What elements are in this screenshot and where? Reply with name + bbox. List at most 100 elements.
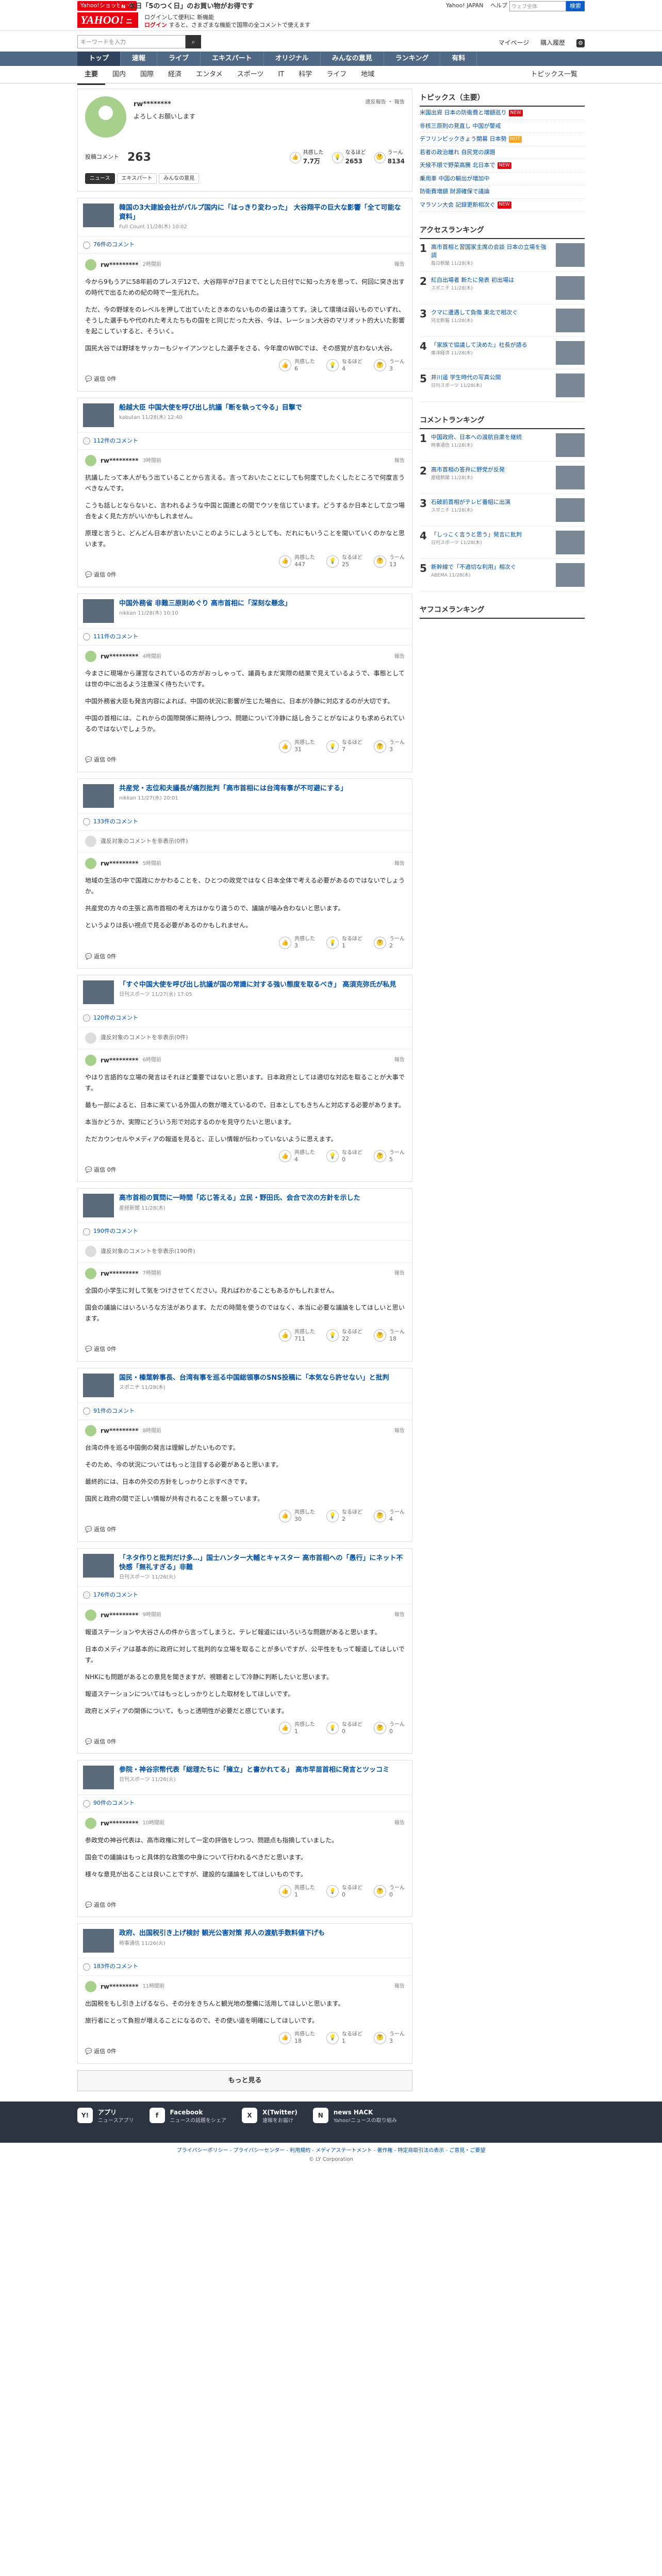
reaction-button[interactable]: 💡 なるほど 4 (326, 359, 362, 372)
topic-item[interactable]: 若者の政治離れ 自民党の課題 (420, 146, 585, 159)
ranking-item[interactable]: 4 「家族で協議して決めた」社長が語る 東洋経済 11/28(木) (420, 337, 585, 369)
comment-user[interactable]: rw********* (101, 1056, 138, 1065)
report-link[interactable]: 報告 (394, 653, 405, 660)
mypage-link[interactable]: マイページ (499, 39, 529, 46)
reply-button[interactable]: 💬 返信 0件 (85, 1345, 405, 1354)
reaction-button[interactable]: 👍 共感した 3 (279, 936, 315, 949)
snav-item[interactable]: IT (271, 66, 291, 85)
reaction-button[interactable]: 👍 共感した 31 (279, 740, 315, 753)
snav-item[interactable]: 主要 (77, 66, 106, 85)
reaction-button[interactable]: 💡 なるほど 0 (326, 1722, 362, 1735)
reaction-button[interactable]: 🤔 うーん 0 (374, 1722, 405, 1735)
report-link[interactable]: 報告 (394, 1982, 405, 1990)
reaction-button[interactable]: 💡 なるほど 2 (326, 1510, 362, 1522)
reply-button[interactable]: 💬 返信 0件 (85, 1901, 405, 1910)
gear-icon[interactable]: ⚙ (576, 39, 585, 47)
reaction-button[interactable]: 🤔 うーん 4 (374, 1510, 405, 1522)
article-title[interactable]: 韓国の3大建設会社がパルプ国内に「はっきり変わった」 大谷翔平の巨大な影響「全て… (119, 204, 407, 222)
web-search-input[interactable]: ウェブ全体 (509, 1, 566, 11)
article-title[interactable]: 船越大臣 中国大使を呼び出し抗議「断を執って今る」目撃で (119, 403, 302, 413)
reaction-button[interactable]: 💡 なるほど 0 (326, 1885, 362, 1898)
topic-item[interactable]: 天候不順で野菜高騰 北日本で NEW (420, 159, 585, 173)
reaction-button[interactable]: 💡 なるほど 7 (326, 740, 362, 753)
gnav-item[interactable]: ランキング (384, 52, 441, 66)
comment-count-link[interactable]: 91件のコメント (78, 1403, 412, 1420)
search-icon[interactable]: ⌕ (186, 35, 201, 48)
web-search-button[interactable]: 検索 (566, 1, 585, 11)
comment-user[interactable]: rw********* (101, 260, 138, 269)
gnav-item[interactable]: エキスパート (201, 52, 264, 66)
help-link[interactable]: ヘルプ (490, 2, 507, 9)
ranking-item[interactable]: 3 クマに遭遇して負傷 東北で相次ぐ 河北新報 11/28(木) (420, 304, 585, 337)
hidden-comments-notice[interactable]: 違反対象のコメントを非表示(0件) (78, 1026, 412, 1049)
comment-count-link[interactable]: 90件のコメント (78, 1795, 412, 1812)
comment-user[interactable]: rw********* (101, 1426, 138, 1435)
reply-button[interactable]: 💬 返信 0件 (85, 375, 405, 384)
article-link[interactable]: 参院・神谷宗幣代表「総理たちに「擁立」と書かれてる」 高市早苗首相に発言とツッコ… (78, 1760, 412, 1795)
reaction-button[interactable]: 💡 なるほど 25 (326, 555, 362, 568)
profile-tab[interactable]: エキスパート (117, 173, 157, 184)
comment-user[interactable]: rw********* (101, 1982, 138, 1991)
comment-count-link[interactable]: 111件のコメント (78, 629, 412, 646)
comment-count-link[interactable]: 133件のコメント (78, 814, 412, 831)
article-link[interactable]: 「ネタ作りと批判だけ多…」国士ハンター大輔とキャスター 高市首相への「愚行」にネ… (78, 1549, 412, 1587)
reaction-button[interactable]: 👍 共感した 30 (279, 1510, 315, 1522)
reply-button[interactable]: 💬 返信 0件 (85, 2047, 405, 2056)
comment-user[interactable]: rw********* (101, 1269, 138, 1278)
comment-user[interactable]: rw********* (101, 456, 138, 465)
comment-user[interactable]: rw********* (101, 859, 138, 868)
reaction-button[interactable]: 🤔 うーん 13 (374, 555, 405, 568)
snav-item[interactable]: 経済 (161, 66, 189, 85)
reaction-button[interactable]: 👍 共感した 1 (279, 1722, 315, 1735)
reaction-button[interactable]: 👍 共感した 18 (279, 2031, 315, 2044)
reaction-button[interactable]: 💡 なるほど 22 (326, 1329, 362, 1342)
snav-item[interactable]: ライフ (319, 66, 354, 85)
gnav-item[interactable]: トップ (77, 52, 121, 66)
article-link[interactable]: 共産党・志位和夫議長が痛烈批判「高市首相には台湾有事が不可避にする」 nikkan… (78, 779, 412, 814)
comment-user[interactable]: rw********* (101, 1611, 138, 1620)
comment-count-link[interactable]: 183件のコメント (78, 1958, 412, 1975)
purchase-history-link[interactable]: 購入履歴 (540, 39, 565, 46)
gnav-item[interactable]: 有料 (440, 52, 477, 66)
reply-button[interactable]: 💬 返信 0件 (85, 953, 405, 961)
reply-button[interactable]: 💬 返信 0件 (85, 756, 405, 765)
hidden-comments-notice[interactable]: 違反対象のコメントを非表示(0件) (78, 830, 412, 852)
gnav-item[interactable]: 速報 (121, 52, 158, 66)
topic-item[interactable]: 米国出資 日本の防衛費と増額巡り NEW (420, 107, 585, 120)
footer-block[interactable]: f Facebook ニュースの話題をシェア (149, 2108, 226, 2125)
reaction-button[interactable]: 🤔 うーん 3 (374, 2031, 405, 2044)
ranking-item[interactable]: 4 「しっこく言うと思う」発言に批判 日刊スポーツ 11/28(木) (420, 527, 585, 559)
comment-count-link[interactable]: 190件のコメント (78, 1223, 412, 1240)
yahoo-japan-link[interactable]: Yahoo! JAPAN (446, 2, 484, 9)
gnav-item[interactable]: ライブ (157, 52, 201, 66)
hidden-comments-notice[interactable]: 違反対象のコメントを非表示(190件) (78, 1240, 412, 1262)
article-title[interactable]: 高市首相の質問に一時間「応じ答える」立民・野田氏、会合で次の方針を示した (119, 1194, 360, 1203)
reaction-button[interactable]: 👍 共感した 6 (279, 359, 315, 372)
reaction-button[interactable]: 🤔 うーん 2 (374, 936, 405, 949)
ranking-item[interactable]: 1 高市首相と習国家主席の会談 日本の立場を強調 毎日新聞 11/28(木) (420, 239, 585, 272)
snav-item[interactable]: 国内 (105, 66, 133, 85)
reaction-button[interactable]: 👍 共感した 4 (279, 1150, 315, 1163)
comment-count-link[interactable]: 112件のコメント (78, 433, 412, 450)
ranking-item[interactable]: 1 中国政府、日本への渡航自粛を継続 時事通信 11/28(木) (420, 429, 585, 462)
reaction-button[interactable]: 🤔 うーん 0 (374, 1885, 405, 1898)
report-link[interactable]: 報告 (394, 457, 405, 465)
footer-block[interactable]: Y! アプリ ニュースアプリ (77, 2108, 134, 2125)
reaction-button[interactable]: 💡 なるほど 0 (326, 1150, 362, 1163)
reaction-button[interactable]: 💡 なるほど 1 (326, 936, 362, 949)
topic-item[interactable]: デフリンピックきょう開幕 日本勢 HOT (420, 133, 585, 146)
reaction-button[interactable]: 🤔 うーん 18 (374, 1329, 405, 1342)
comment-count-link[interactable]: 120件のコメント (78, 1010, 412, 1027)
ranking-item[interactable]: 5 井川遥 学生時代の写真公開 日刊スポーツ 11/28(木) (420, 369, 585, 402)
article-link[interactable]: 高市首相の質問に一時間「応じ答える」立民・野田氏、会合で次の方針を示した 産経新聞… (78, 1189, 412, 1224)
reply-button[interactable]: 💬 返信 0件 (85, 1526, 405, 1534)
article-link[interactable]: 国民・榛葉幹事長、台湾有事を巡る中国総領事のSNS投稿に「本気なら許せない」と批… (78, 1368, 412, 1403)
yahoo-news-logo[interactable]: YAHOO! ニュース (77, 12, 138, 41)
topic-item[interactable]: 乗用車 中国の輸出が増加中 (420, 173, 585, 185)
reply-button[interactable]: 💬 返信 0件 (85, 1738, 405, 1747)
reaction-button[interactable]: 🤔 うーん 3 (374, 359, 405, 372)
article-link[interactable]: 船越大臣 中国大使を呼び出し抗議「断を執って今る」目撃で kabutan 11/2… (78, 398, 412, 433)
topics-list-link[interactable]: トピックス一覧 (523, 66, 585, 83)
reaction-button[interactable]: 🤔 うーん 3 (374, 740, 405, 753)
reaction-button[interactable]: 💡 なるほど 1 (326, 2031, 362, 2044)
